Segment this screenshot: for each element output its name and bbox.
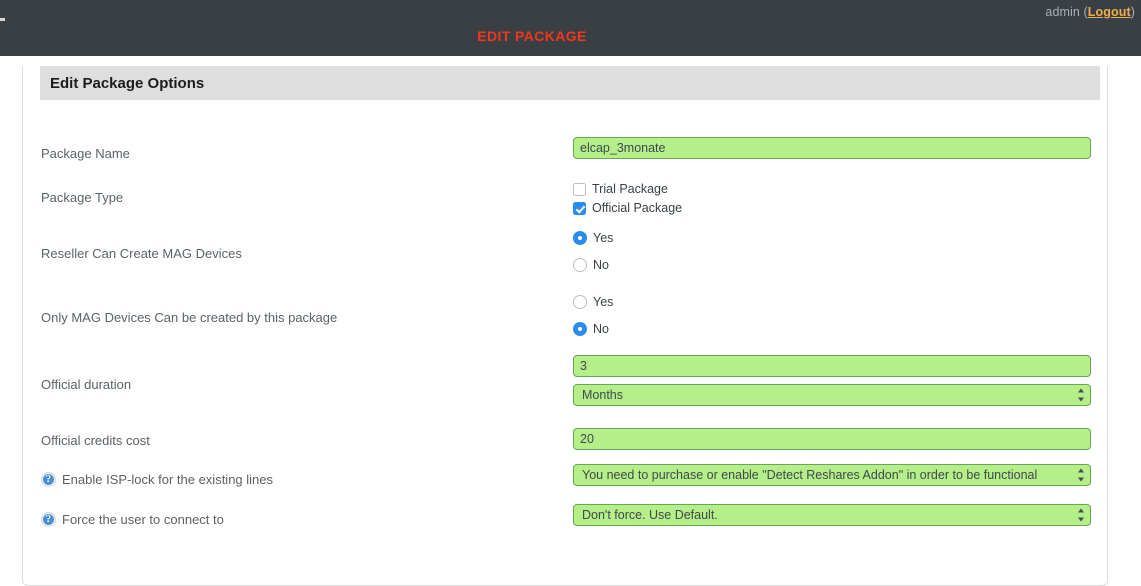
trial-package-label: Trial Package	[592, 182, 668, 196]
chevron-updown-icon	[1077, 468, 1084, 482]
reseller-mag-yes-label: Yes	[593, 231, 614, 245]
only-mag-yes-radio[interactable]	[573, 295, 587, 309]
force-connect-select[interactable]: Don't force. Use Default.	[573, 504, 1091, 526]
package-name-input[interactable]	[573, 137, 1091, 159]
chevron-updown-icon	[1077, 388, 1084, 402]
force-connect-selected-value: Don't force. Use Default.	[582, 508, 718, 522]
label-package-name: Package Name	[41, 146, 130, 161]
radio-reseller-mag-no[interactable]: No	[573, 258, 609, 272]
label-reseller-can-create-mag: Reseller Can Create MAG Devices	[41, 246, 242, 261]
radio-only-mag-no[interactable]: No	[573, 322, 609, 336]
official-duration-unit-select[interactable]: Months	[573, 384, 1091, 406]
radio-only-mag-yes[interactable]: Yes	[573, 295, 613, 309]
trial-package-checkbox-box[interactable]	[573, 182, 586, 196]
isp-lock-selected-value: You need to purchase or enable "Detect R…	[582, 468, 1038, 482]
edit-package-form: Package Name Package Type Trial Package …	[0, 0, 1141, 537]
reseller-mag-no-label: No	[593, 258, 609, 272]
official-package-checkbox-box[interactable]	[573, 201, 586, 215]
label-official-credits-cost: Official credits cost	[41, 433, 150, 448]
radio-reseller-mag-yes[interactable]: Yes	[573, 231, 613, 245]
force-user-connect-text: Force the user to connect to	[62, 512, 224, 527]
only-mag-yes-label: Yes	[593, 295, 614, 309]
label-package-type: Package Type	[41, 190, 124, 205]
official-duration-input[interactable]	[573, 355, 1091, 377]
enable-isp-lock-text: Enable ISP-lock for the existing lines	[62, 472, 273, 487]
checkbox-official-package[interactable]: Official Package	[573, 201, 682, 215]
label-official-duration: Official duration	[41, 377, 132, 392]
label-only-mag-devices: Only MAG Devices Can be created by this …	[41, 310, 338, 325]
reseller-mag-yes-radio[interactable]	[573, 231, 587, 245]
reseller-mag-no-radio[interactable]	[573, 258, 587, 272]
help-circle-icon[interactable]: ?	[41, 512, 56, 527]
label-force-user-connect: ? Force the user to connect to	[41, 512, 224, 527]
checkbox-trial-package[interactable]: Trial Package	[573, 182, 668, 196]
chevron-updown-icon	[1077, 508, 1084, 522]
isp-lock-select[interactable]: You need to purchase or enable "Detect R…	[573, 464, 1091, 486]
official-credits-cost-input[interactable]	[573, 428, 1091, 450]
official-package-label: Official Package	[592, 201, 683, 215]
help-circle-icon[interactable]: ?	[41, 472, 56, 487]
official-duration-unit-value: Months	[582, 388, 623, 402]
only-mag-no-radio[interactable]	[573, 322, 587, 336]
only-mag-no-label: No	[593, 322, 609, 336]
label-enable-isp-lock: ? Enable ISP-lock for the existing lines	[41, 472, 273, 487]
